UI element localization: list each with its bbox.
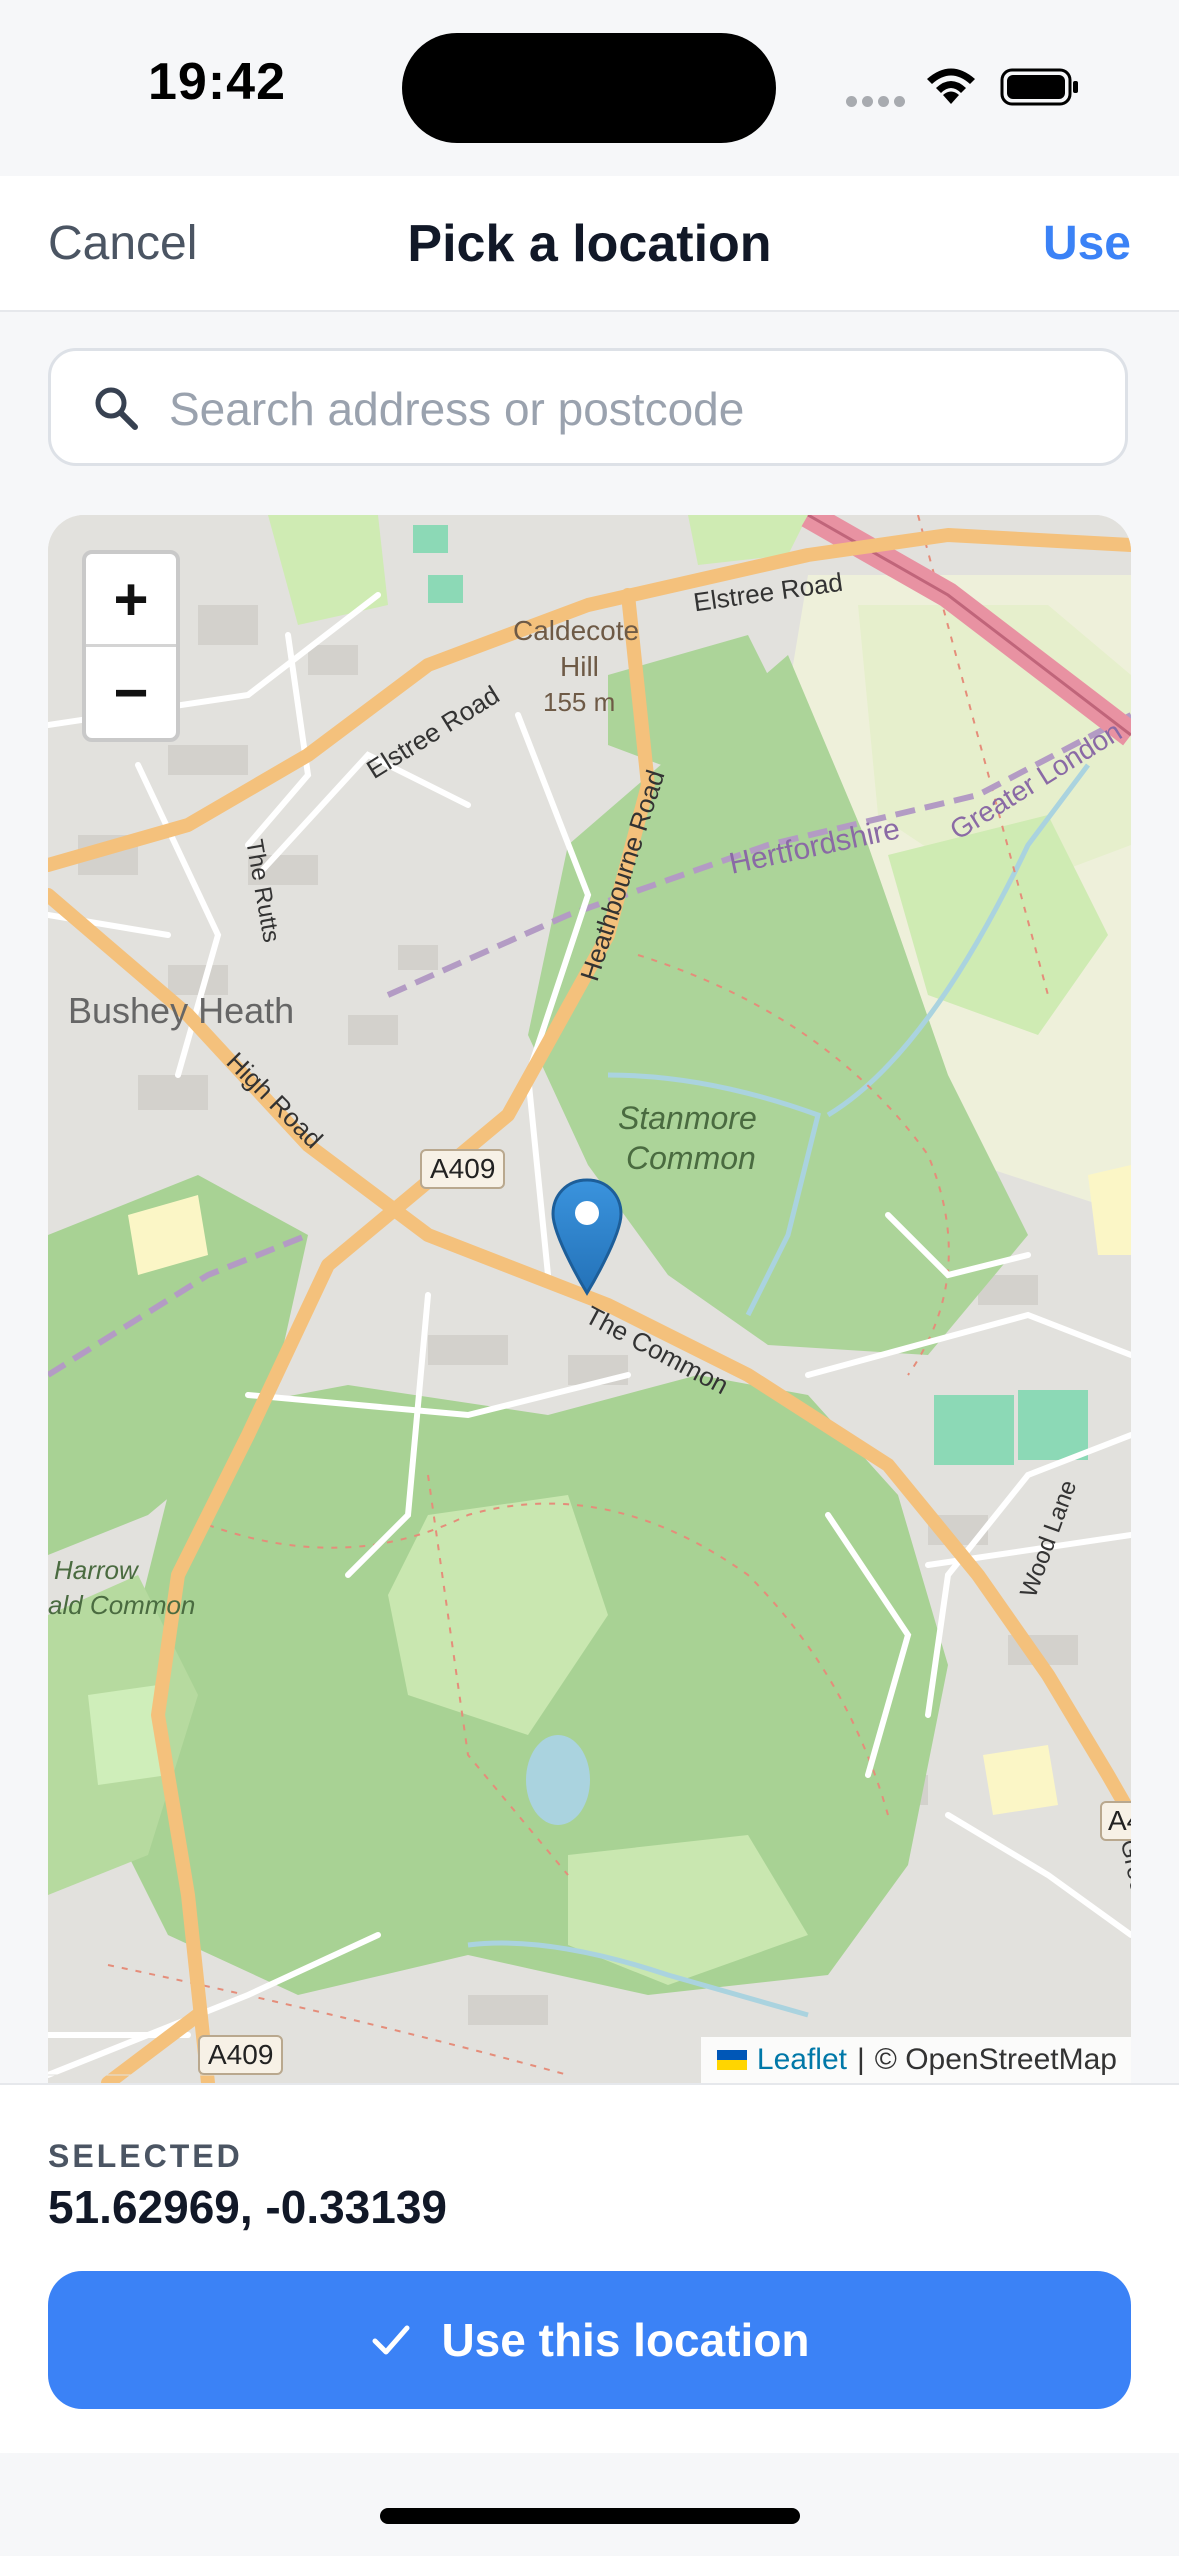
selected-label: SELECTED bbox=[48, 2138, 243, 2174]
map-pin-icon[interactable] bbox=[550, 1177, 624, 1297]
zoom-control: + − bbox=[82, 550, 180, 742]
selected-coordinates: 51.62969, -0.33139 bbox=[48, 2181, 448, 2233]
use-this-location-button[interactable]: Use this location bbox=[48, 2271, 1131, 2409]
home-indicator[interactable] bbox=[380, 2508, 800, 2524]
search-icon bbox=[95, 387, 138, 430]
dynamic-island bbox=[402, 33, 776, 143]
search-input[interactable] bbox=[167, 371, 1091, 447]
map-view[interactable]: Caldecote Hill 155 m Elstree Road Elstre… bbox=[48, 515, 1131, 2083]
status-time: 19:42 bbox=[148, 53, 286, 111]
search-box bbox=[48, 348, 1128, 466]
map-attribution: Leaflet | © OpenStreetMap bbox=[700, 2037, 1131, 2083]
map-tiles bbox=[48, 515, 1131, 2083]
zoom-out-button[interactable]: − bbox=[86, 647, 176, 737]
use-this-location-label: Use this location bbox=[441, 2314, 810, 2366]
cellular-signal-icon bbox=[846, 96, 906, 108]
ukraine-flag-icon bbox=[716, 2050, 747, 2070]
wifi-icon bbox=[927, 68, 975, 104]
selection-panel: SELECTED 51.62969, -0.33139 Use this loc… bbox=[0, 2083, 1179, 2453]
checkmark-icon bbox=[372, 2325, 410, 2355]
zoom-in-button[interactable]: + bbox=[86, 554, 176, 647]
page-title: Pick a location bbox=[407, 215, 772, 273]
battery-icon bbox=[1000, 68, 1078, 106]
attribution-separator: | bbox=[856, 2043, 865, 2076]
use-nav-button[interactable]: Use bbox=[1043, 216, 1131, 271]
status-bar: 19:42 bbox=[0, 0, 1179, 176]
osm-attribution[interactable]: © OpenStreetMap bbox=[875, 2043, 1117, 2077]
leaflet-link[interactable]: Leaflet bbox=[757, 2043, 847, 2077]
navigation-bar: Cancel Pick a location Use bbox=[0, 176, 1179, 312]
